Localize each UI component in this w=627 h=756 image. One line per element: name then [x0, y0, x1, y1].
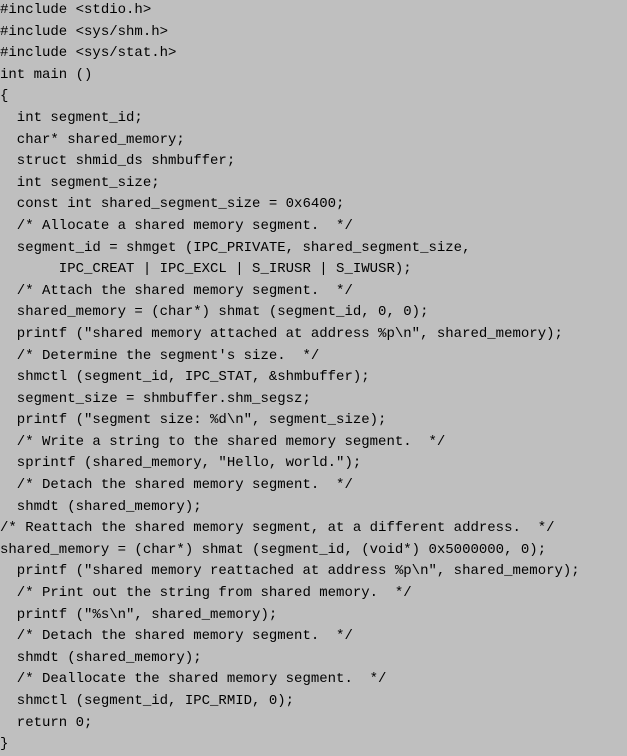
code-block: #include <stdio.h> #include <sys/shm.h> … [0, 0, 627, 756]
